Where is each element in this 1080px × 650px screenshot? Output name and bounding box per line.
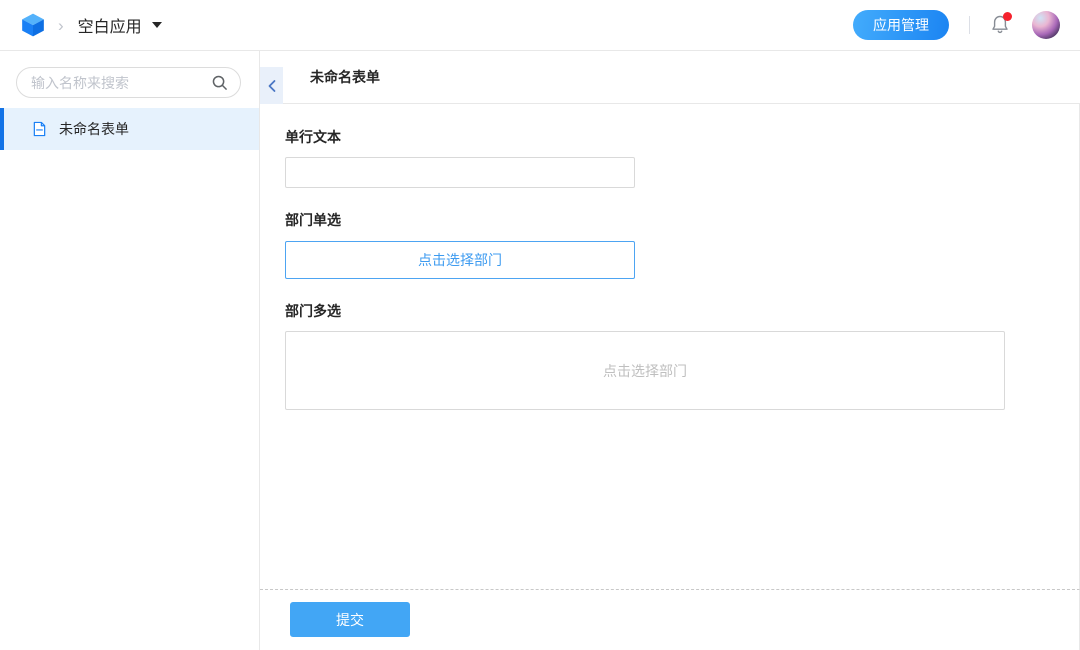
app-name-label: 空白应用 <box>78 13 142 37</box>
field-label: 部门单选 <box>285 210 1054 230</box>
field-department-single: 部门单选 点击选择部门 <box>285 210 1054 279</box>
notification-badge-dot <box>1003 12 1012 21</box>
form-area: 单行文本 部门单选 点击选择部门 部门多选 点击选择部门 <box>260 104 1080 589</box>
department-multi-select-box[interactable]: 点击选择部门 <box>285 331 1005 410</box>
topbar-divider <box>969 16 970 34</box>
page-body: 未命名表单 未命名表单 单行文本 部门单选 点击选择部门 部门多选 <box>0 51 1080 650</box>
main-panel: 未命名表单 单行文本 部门单选 点击选择部门 部门多选 点击选择部门 提交 <box>260 51 1080 650</box>
department-multi-placeholder: 点击选择部门 <box>603 361 687 381</box>
breadcrumb-app-name[interactable]: 空白应用 <box>78 13 162 37</box>
department-single-select-button[interactable]: 点击选择部门 <box>285 241 635 279</box>
form-title: 未命名表单 <box>310 67 380 87</box>
field-label: 部门多选 <box>285 301 1054 321</box>
form-footer: 提交 <box>260 589 1080 650</box>
field-single-line-text: 单行文本 <box>285 127 1054 188</box>
search-input[interactable] <box>31 75 211 91</box>
form-header: 未命名表单 <box>260 51 1080 104</box>
sidebar-item-label: 未命名表单 <box>59 119 129 139</box>
app-manage-button[interactable]: 应用管理 <box>853 10 949 40</box>
submit-button[interactable]: 提交 <box>290 602 410 637</box>
search-icon[interactable] <box>211 74 228 91</box>
single-line-text-input[interactable] <box>285 157 635 188</box>
breadcrumb-chevron-right-icon: › <box>58 17 64 34</box>
user-avatar[interactable] <box>1032 11 1060 39</box>
caret-down-icon <box>152 22 162 28</box>
sidebar-search-box <box>16 67 241 98</box>
field-label: 单行文本 <box>285 127 1054 147</box>
field-department-multi: 部门多选 点击选择部门 <box>285 301 1054 410</box>
app-logo-cube-icon[interactable] <box>20 12 46 38</box>
top-bar: › 空白应用 应用管理 <box>0 0 1080 51</box>
notification-bell-icon[interactable] <box>990 14 1010 36</box>
sidebar-item-form[interactable]: 未命名表单 <box>0 108 259 150</box>
sidebar: 未命名表单 <box>0 51 260 650</box>
back-button[interactable] <box>260 67 283 104</box>
document-icon <box>32 121 47 137</box>
